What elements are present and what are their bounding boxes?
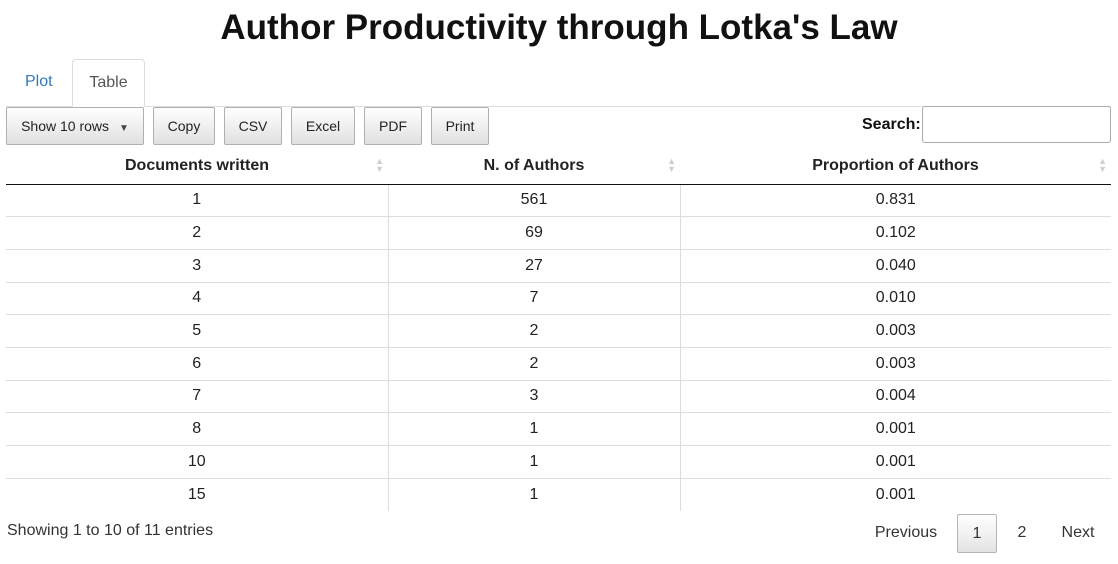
- table-cell: 2: [6, 216, 388, 250]
- table-cell: 8: [6, 412, 388, 446]
- print-button[interactable]: Print: [431, 107, 489, 145]
- table-cell: 0.001: [679, 412, 1111, 446]
- sort-icon: ▲ ▼: [667, 156, 676, 174]
- column-header-label: N. of Authors: [483, 156, 585, 174]
- table-cell: 1: [387, 445, 680, 479]
- show-rows-label: Show 10 rows: [21, 118, 110, 134]
- table-row: 3 27 0.040: [6, 248, 1111, 283]
- table-info: Showing 1 to 10 of 11 entries: [7, 522, 214, 539]
- table-row: 6 2 0.003: [6, 346, 1111, 381]
- next-page-button[interactable]: Next: [1050, 514, 1106, 553]
- column-header-label: Proportion of Authors: [812, 156, 979, 174]
- table-row: 8 1 0.001: [6, 412, 1111, 446]
- show-rows-button[interactable]: Show 10 rows ▼: [6, 107, 144, 145]
- data-table: Documents written ▲ ▼ N. of Authors ▲ ▼ Pr…: [6, 148, 1111, 511]
- table-cell: 1: [192, 191, 202, 209]
- search-input[interactable]: [922, 106, 1111, 143]
- table-cell: 4: [6, 281, 388, 315]
- csv-button[interactable]: CSV: [224, 107, 282, 145]
- table-row: 10 1 0.001: [6, 445, 1111, 479]
- copy-button[interactable]: Copy: [153, 107, 215, 145]
- page-title: Author Productivity through Lotka's Law: [220, 8, 898, 47]
- table-cell: 3: [387, 379, 680, 413]
- tab-table[interactable]: Table: [72, 59, 145, 107]
- table-cell: 0.831: [679, 184, 1111, 217]
- table-cell: 0.003: [679, 314, 1111, 348]
- column-header-documents-written[interactable]: Documents written ▲ ▼: [6, 148, 388, 185]
- caret-down-icon: ▼: [119, 123, 129, 134]
- sort-icon: ▲ ▼: [1098, 156, 1107, 174]
- table-cell: 10: [6, 445, 388, 479]
- excel-button[interactable]: Excel: [291, 107, 355, 145]
- table-header-row: Documents written ▲ ▼ N. of Authors ▲ ▼ Pr…: [6, 148, 1111, 185]
- table-cell: 0.004: [679, 379, 1111, 413]
- column-header-n-authors[interactable]: N. of Authors ▲ ▼: [388, 148, 680, 185]
- table-cell: 6: [6, 346, 388, 381]
- table-cell: 7: [387, 281, 680, 315]
- search-label: Search:: [862, 116, 921, 133]
- table-cell: 0.010: [679, 281, 1111, 315]
- table-row: 1 561 0.831: [6, 184, 1111, 217]
- page-button-1[interactable]: 1: [957, 514, 997, 553]
- pdf-button[interactable]: PDF: [364, 107, 422, 145]
- table-cell: 2: [387, 314, 680, 348]
- table-row: 15 1 0.001: [6, 477, 1111, 511]
- table-cell: 0.001: [679, 445, 1111, 479]
- sort-icon: ▲ ▼: [375, 156, 384, 174]
- table-cell: 69: [387, 216, 680, 250]
- table-cell: 561: [387, 184, 680, 217]
- table-cell: 27: [387, 248, 680, 283]
- table-cell: 1: [387, 412, 680, 446]
- column-header-proportion-authors[interactable]: Proportion of Authors ▲ ▼: [680, 148, 1111, 185]
- table-cell: 0.003: [679, 346, 1111, 381]
- table-cell: 7: [6, 379, 388, 413]
- table-cell: 0.001: [679, 477, 1111, 511]
- table-cell: 0.040: [679, 248, 1111, 283]
- column-header-label: Documents written: [124, 156, 269, 174]
- table-cell: 5: [6, 314, 388, 348]
- table-row: 7 3 0.004: [6, 379, 1111, 413]
- table-cell: 15: [6, 477, 388, 511]
- page-button-2[interactable]: 2: [1004, 514, 1040, 553]
- tab-bar: Plot Table: [6, 58, 1111, 107]
- table-cell: 3: [6, 248, 388, 283]
- table-row: 5 2 0.003: [6, 314, 1111, 348]
- table-cell: 1: [387, 477, 680, 511]
- table-cell: 0.102: [679, 216, 1111, 250]
- table-row: 4 7 0.010: [6, 281, 1111, 315]
- previous-page-button[interactable]: Previous: [862, 514, 950, 553]
- table-cell: 2: [387, 346, 680, 381]
- tab-plot[interactable]: Plot: [9, 59, 69, 107]
- table-row: 2 69 0.102: [6, 216, 1111, 250]
